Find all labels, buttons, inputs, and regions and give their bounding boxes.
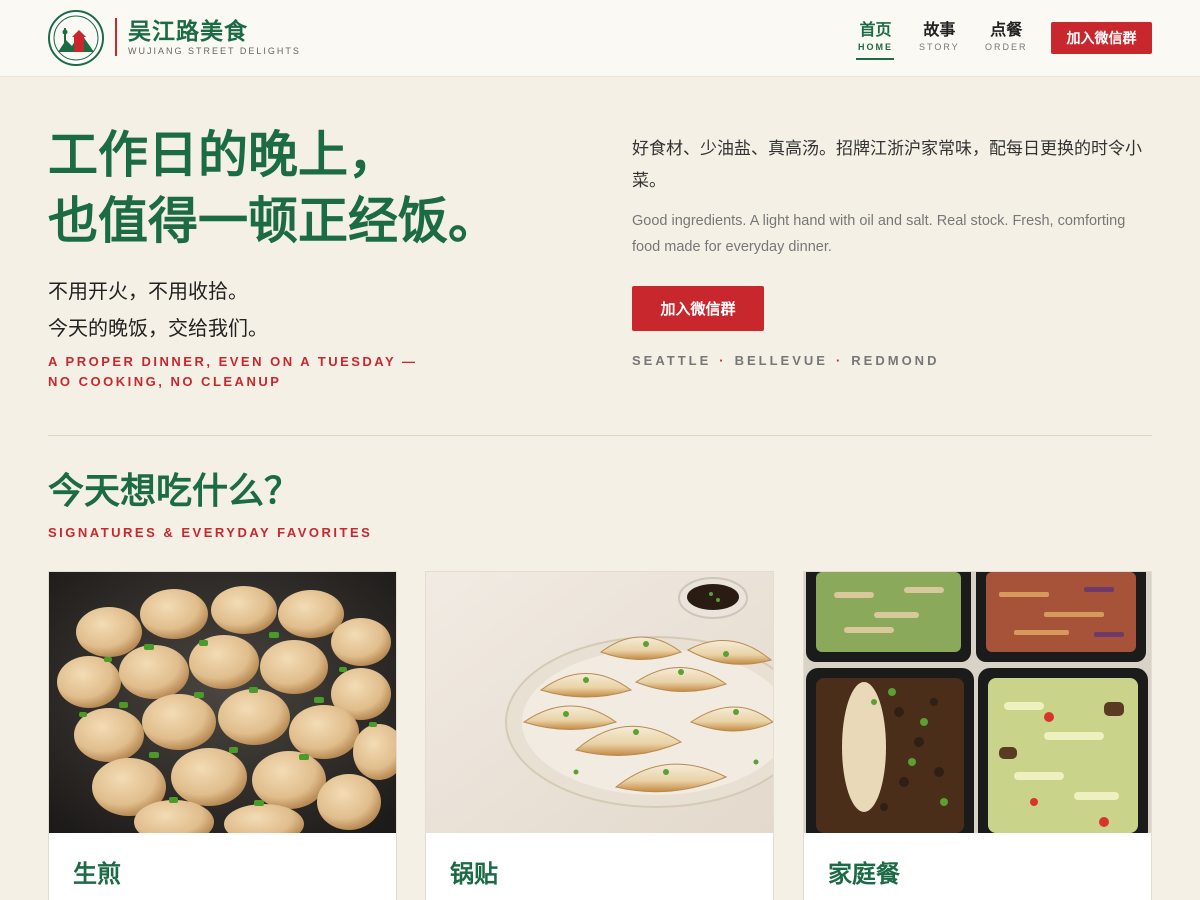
hero-subtitle: 不用开火，不用收拾。 今天的晚饭，交给我们。 <box>48 273 268 347</box>
family-meal-boxes-photo <box>804 572 1151 833</box>
hero-title-line-1: 工作日的晚上， <box>48 125 398 184</box>
nav-home-label: 首页 <box>859 20 892 39</box>
potstickers-photo <box>426 572 773 833</box>
city-separator: · <box>835 353 844 368</box>
nav-story[interactable]: 故事 STORY <box>919 20 960 52</box>
city-redmond: REDMOND <box>851 353 940 368</box>
join-wechat-hero-button[interactable]: 加入微信群 <box>632 286 764 331</box>
nav-home[interactable]: 首页 HOME <box>858 20 893 52</box>
join-wechat-header-button[interactable]: 加入微信群 <box>1051 22 1152 54</box>
nav-order-label: 点餐 <box>990 20 1023 39</box>
city-bellevue: BELLEVUE <box>734 353 828 368</box>
nav-order-sublabel: ORDER <box>985 42 1028 52</box>
menu-card-title: 生煎 <box>73 859 121 888</box>
brand-name[interactable]: 吴江路美食 <box>128 17 248 47</box>
pan-fried-buns-photo <box>49 572 396 833</box>
nav-home-sublabel: HOME <box>858 42 893 52</box>
nav-order[interactable]: 点餐 ORDER <box>985 20 1028 52</box>
nav-story-sublabel: STORY <box>919 42 960 52</box>
hero-subtitle-line-2: 今天的晚饭，交给我们。 <box>48 316 268 340</box>
section-divider <box>48 435 1152 436</box>
site-header: 吴江路美食 WUJIANG STREET DELIGHTS 首页 HOME 故事… <box>0 0 1200 77</box>
menu-card-family-meal[interactable]: 家庭餐 <box>803 571 1152 900</box>
city-separator: · <box>719 353 727 368</box>
menu-card-guotie[interactable]: 锅贴 <box>425 571 774 900</box>
section-tagline: SIGNATURES & EVERYDAY FAVORITES <box>48 525 373 540</box>
city-seattle: SEATTLE <box>632 353 712 368</box>
brand-divider <box>115 18 117 56</box>
nav-story-label: 故事 <box>923 20 956 39</box>
hero-subtitle-line-1: 不用开火，不用收拾。 <box>48 279 248 303</box>
hero-description-cn: 好食材、少油盐、真高汤。招牌江浙沪家常味，配每日更换的时令小菜。 <box>632 139 1142 191</box>
brand-logo[interactable] <box>48 10 104 66</box>
nav-active-indicator <box>856 58 894 60</box>
hero-tagline: A PROPER DINNER, EVEN ON A TUESDAY — NO … <box>48 352 418 392</box>
brand-subtitle: WUJIANG STREET DELIGHTS <box>128 46 301 56</box>
hero-tagline-line-1: A PROPER DINNER, EVEN ON A TUESDAY — <box>48 354 418 369</box>
hero-description-en: Good ingredients. A light hand with oil … <box>632 213 1126 255</box>
service-cities: SEATTLE · BELLEVUE · REDMOND <box>632 353 939 368</box>
section-title: 今天想吃什么？ <box>48 470 301 512</box>
menu-card-title: 锅贴 <box>450 859 498 888</box>
menu-card-shengjian[interactable]: 生煎 <box>48 571 397 900</box>
hero-title: 工作日的晚上， 也值得一顿正经饭。 <box>48 122 498 254</box>
hero-title-line-2: 也值得一顿正经饭。 <box>48 191 498 250</box>
menu-card-title: 家庭餐 <box>828 859 900 888</box>
hero-tagline-line-2: NO COOKING, NO CLEANUP <box>48 374 282 389</box>
